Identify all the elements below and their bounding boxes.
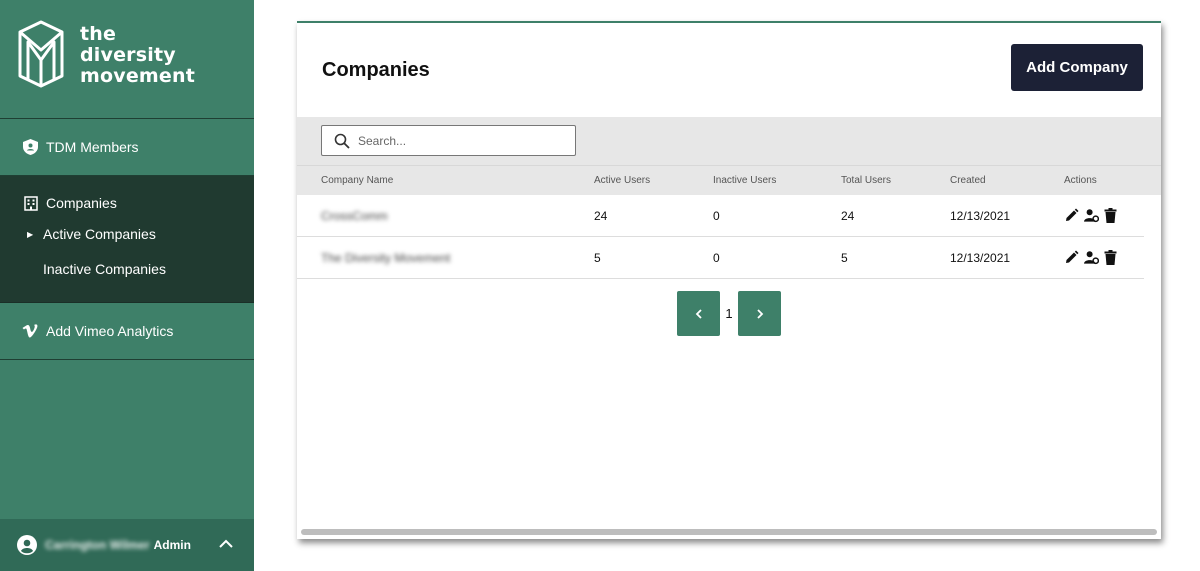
search-field[interactable] bbox=[321, 125, 576, 156]
col-created[interactable]: Created bbox=[950, 166, 986, 195]
edit-pencil-icon[interactable] bbox=[1064, 208, 1079, 223]
table-row[interactable]: The Diversity Movement 5 0 5 12/13/2021 bbox=[297, 237, 1144, 279]
companies-panel: Companies Add Company Company Name Activ… bbox=[297, 21, 1161, 539]
add-company-button[interactable]: Add Company bbox=[1011, 44, 1143, 91]
next-page-button[interactable] bbox=[738, 291, 781, 336]
chevron-up-icon[interactable] bbox=[218, 536, 234, 552]
nav-active-companies-label: Active Companies bbox=[43, 226, 156, 242]
company-name[interactable]: The Diversity Movement bbox=[321, 237, 450, 278]
page-title: Companies bbox=[322, 59, 430, 81]
edit-pencil-icon[interactable] bbox=[1064, 250, 1079, 265]
user-settings-icon[interactable] bbox=[1084, 250, 1099, 265]
search-input[interactable] bbox=[358, 133, 558, 148]
vimeo-icon bbox=[22, 323, 39, 340]
col-inactive-users[interactable]: Inactive Users bbox=[713, 166, 776, 195]
nav-companies[interactable]: Companies bbox=[0, 193, 254, 213]
col-company-name[interactable]: Company Name bbox=[321, 166, 393, 195]
search-toolbar bbox=[297, 117, 1161, 165]
nav-add-vimeo-analytics-label: Add Vimeo Analytics bbox=[46, 323, 174, 339]
total-users: 24 bbox=[841, 208, 855, 223]
row-actions bbox=[1064, 237, 1119, 278]
badge-shield-icon bbox=[22, 139, 39, 156]
panel-header: Companies Add Company bbox=[297, 23, 1161, 117]
chevron-right-icon bbox=[756, 308, 763, 319]
created-date: 12/13/2021 bbox=[950, 250, 1011, 265]
active-users: 24 bbox=[594, 208, 608, 223]
brand-logo[interactable]: the diversity movement bbox=[0, 0, 254, 119]
total-users: 5 bbox=[841, 250, 848, 265]
nav-inactive-companies[interactable]: Inactive Companies bbox=[0, 259, 254, 279]
user-name: Carrington Wilmer bbox=[45, 538, 150, 552]
company-name[interactable]: CrossComm bbox=[321, 195, 388, 236]
col-actions: Actions bbox=[1064, 175, 1097, 186]
horizontal-scrollbar[interactable] bbox=[301, 529, 1157, 535]
nav-inactive-companies-label: Inactive Companies bbox=[43, 261, 166, 277]
chevron-left-icon bbox=[695, 308, 702, 319]
nav-active-companies[interactable]: ▶ Active Companies bbox=[0, 224, 254, 244]
trash-icon[interactable] bbox=[1104, 250, 1119, 265]
col-total-users[interactable]: Total Users bbox=[841, 166, 891, 195]
user-account-bar[interactable]: Carrington Wilmer Admin bbox=[0, 519, 254, 571]
user-role: Admin bbox=[153, 538, 191, 552]
user-avatar-icon bbox=[17, 535, 37, 555]
trash-icon[interactable] bbox=[1104, 208, 1119, 223]
brand-wordmark: the diversity movement bbox=[80, 23, 196, 87]
inactive-users: 0 bbox=[713, 208, 720, 223]
nav-tdm-members-label: TDM Members bbox=[46, 139, 139, 155]
current-page-number[interactable]: 1 bbox=[720, 306, 738, 321]
search-icon bbox=[334, 133, 350, 149]
nav-companies-group: Companies ▶ Active Companies Inactive Co… bbox=[0, 176, 254, 303]
sidebar: the diversity movement TDM Members Compa… bbox=[0, 0, 254, 571]
user-settings-icon[interactable] bbox=[1084, 208, 1099, 223]
table-header: Company Name Active Users Inactive Users… bbox=[297, 165, 1161, 195]
prev-page-button[interactable] bbox=[677, 291, 720, 336]
pagination: 1 bbox=[677, 291, 781, 336]
col-active-users[interactable]: Active Users bbox=[594, 166, 650, 195]
nav-companies-label: Companies bbox=[46, 195, 117, 211]
caret-right-icon: ▶ bbox=[27, 229, 34, 239]
table-row[interactable]: CrossComm 24 0 24 12/13/2021 bbox=[297, 195, 1144, 237]
nav-tdm-members[interactable]: TDM Members bbox=[0, 119, 254, 176]
nav-add-vimeo-analytics[interactable]: Add Vimeo Analytics bbox=[0, 303, 254, 360]
inactive-users: 0 bbox=[713, 250, 720, 265]
row-actions bbox=[1064, 195, 1119, 236]
tdm-logo-icon bbox=[18, 20, 64, 88]
active-users: 5 bbox=[594, 250, 601, 265]
building-icon bbox=[22, 195, 39, 212]
created-date: 12/13/2021 bbox=[950, 208, 1011, 223]
